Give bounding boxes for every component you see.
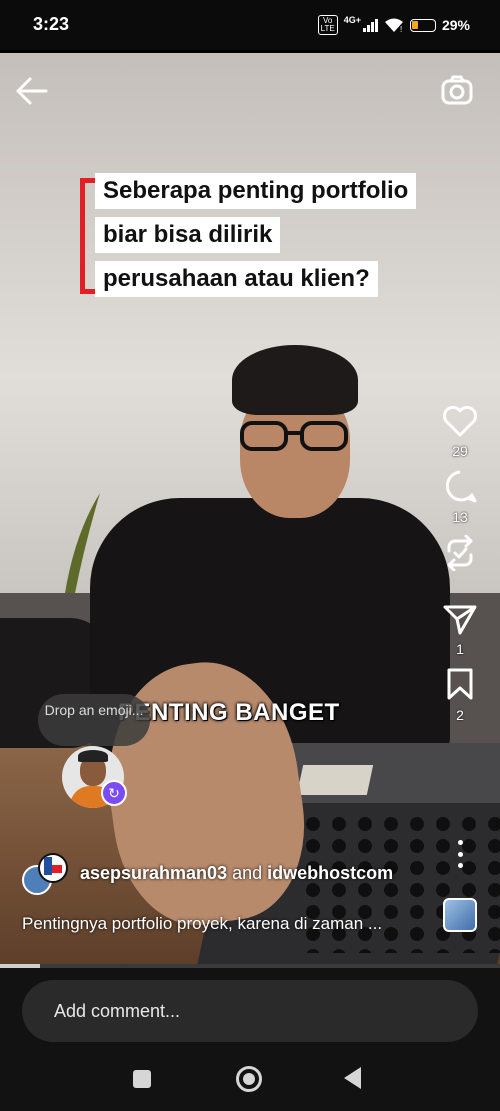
paper-image — [296, 765, 374, 795]
save-count: 2 — [456, 707, 464, 723]
post-description[interactable]: Pentingnya portfolio proyek, karena di z… — [22, 914, 382, 934]
video-title-block: Seberapa penting portfolio biar bisa dil… — [80, 173, 417, 305]
heart-icon — [442, 405, 478, 437]
remix-icon[interactable]: ↻ — [101, 780, 127, 806]
author-primary[interactable]: asepsurahman03 — [80, 863, 227, 883]
add-comment-input[interactable]: Add comment... — [22, 980, 478, 1042]
audio-thumbnail[interactable] — [443, 898, 477, 932]
like-button[interactable]: 29 — [442, 405, 478, 461]
bookmark-icon — [447, 668, 473, 700]
glasses-image — [240, 421, 348, 451]
author-secondary[interactable]: idwebhostcom — [267, 863, 393, 883]
status-icons: Vo LTE 4G+ ! 29% — [317, 15, 470, 35]
comment-button[interactable]: 13 — [442, 469, 478, 527]
like-count: 29 — [452, 443, 468, 459]
status-bar: 3:23 Vo LTE 4G+ ! 29% — [0, 0, 500, 50]
comment-count: 13 — [452, 509, 468, 525]
person-hair — [232, 345, 358, 415]
action-rail: 29 13 1 2 — [430, 405, 490, 733]
video-title-line-3: perusahaan atau klien? — [95, 261, 378, 297]
comment-icon — [445, 470, 477, 503]
author-connector: and — [232, 862, 263, 883]
network-type: 4G+ — [343, 15, 361, 25]
signal-icon — [362, 18, 378, 32]
camera-icon[interactable] — [440, 74, 474, 108]
repost-icon — [447, 535, 473, 571]
battery-icon — [409, 18, 436, 32]
share-button[interactable]: 1 — [443, 603, 477, 659]
author-names[interactable]: asepsurahman03 and idwebhostcom — [80, 863, 393, 884]
video-caption-overlay: PENTING BANGET — [118, 699, 340, 726]
svg-text:!: ! — [400, 25, 402, 33]
wifi-icon: ! — [384, 18, 403, 33]
battery-percent: 29% — [441, 17, 470, 33]
back-arrow-icon[interactable] — [14, 75, 50, 107]
home-button[interactable] — [236, 1066, 262, 1092]
recent-apps-button[interactable] — [133, 1070, 151, 1088]
system-back-button[interactable] — [344, 1067, 361, 1089]
save-button[interactable]: 2 — [445, 667, 475, 725]
video-title-line-2: biar bisa dilirik — [95, 217, 281, 253]
author-row[interactable]: asepsurahman03 and idwebhostcom — [22, 853, 393, 895]
repost-button[interactable] — [443, 535, 477, 595]
avatar-stack[interactable] — [22, 853, 74, 895]
volte-icon: Vo LTE — [317, 15, 338, 35]
reel-video[interactable]: Seberapa penting portfolio biar bisa dil… — [0, 53, 500, 966]
avatar-collaborator[interactable] — [38, 853, 68, 883]
share-icon — [443, 605, 477, 635]
system-nav-bar — [0, 1055, 500, 1111]
share-count: 1 — [456, 641, 464, 657]
emoji-prompt-bubble[interactable]: Drop an emoji... — [38, 694, 150, 746]
status-time: 3:23 — [33, 14, 70, 34]
more-icon[interactable] — [450, 840, 470, 868]
video-title-line-1: Seberapa penting portfolio — [95, 173, 417, 209]
